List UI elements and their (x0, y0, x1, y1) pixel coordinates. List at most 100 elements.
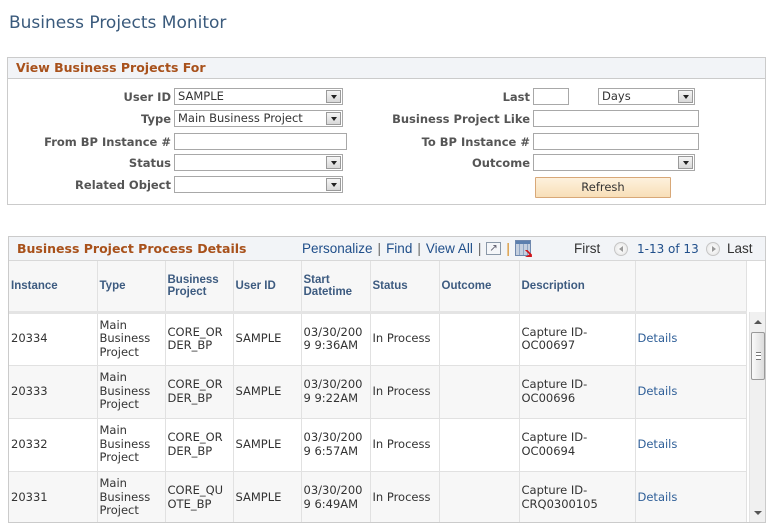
previous-row-icon[interactable] (614, 242, 628, 256)
business-project-like-label: Business Project Like (392, 112, 530, 126)
page-title: Business Projects Monitor (9, 13, 227, 33)
cell-details: Details (635, 418, 747, 472)
chevron-down-icon[interactable] (678, 90, 693, 103)
type-select[interactable]: Main Business Project (174, 110, 343, 127)
to-bp-instance-input[interactable] (533, 133, 699, 150)
find-link[interactable]: Find (386, 241, 412, 256)
search-panel: View Business Projects For User ID SAMPL… (7, 57, 766, 205)
scroll-up-icon[interactable] (754, 320, 762, 324)
cell-status: In Process (370, 365, 440, 419)
cell-start-datetime: 03/30/2009 9:36AM (301, 312, 371, 366)
process-details-grid: Business Project Process Details Persona… (8, 236, 766, 523)
cell-start-datetime: 03/30/2009 9:22AM (301, 365, 371, 419)
details-link[interactable]: Details (638, 490, 678, 504)
next-row-icon[interactable] (706, 242, 720, 256)
cell-user-id: SAMPLE (233, 418, 302, 472)
chevron-down-icon[interactable] (326, 112, 341, 125)
column-header-outcome[interactable]: Outcome (439, 261, 520, 314)
table-row: 20334 Main Business Project CORE_ORDER_B… (9, 312, 747, 366)
last-link[interactable]: Last (727, 237, 753, 261)
last-input[interactable] (533, 88, 569, 105)
column-header-type[interactable]: Type (97, 261, 166, 314)
cell-user-id: SAMPLE (233, 471, 302, 522)
cell-status: In Process (370, 312, 440, 366)
cell-outcome (439, 418, 520, 472)
cell-outcome (439, 365, 520, 419)
chevron-down-icon[interactable] (678, 156, 693, 169)
search-panel-title: View Business Projects For (16, 60, 206, 75)
user-id-label: User ID (123, 90, 171, 104)
outcome-select[interactable] (533, 154, 695, 171)
status-label: Status (128, 156, 171, 170)
cell-status: In Process (370, 471, 440, 522)
cell-description: Capture ID-OC00696 (519, 365, 636, 419)
process-table: Instance Type Business Project User ID S… (9, 261, 747, 522)
outcome-label: Outcome (472, 156, 530, 170)
table-row: 20332 Main Business Project CORE_ORDER_B… (9, 418, 747, 472)
grid-toolbar: Personalize | Find | View All | | (302, 237, 531, 261)
cell-start-datetime: 03/30/2009 6:57AM (301, 418, 371, 472)
separator: | (377, 241, 382, 256)
cell-business-project: CORE_ORDER_BP (165, 312, 234, 366)
cell-instance: 20334 (9, 312, 98, 366)
separator: | (477, 241, 482, 256)
grid-header: Business Project Process Details Persona… (9, 237, 765, 261)
last-unit-value: Days (602, 89, 631, 103)
view-all-link[interactable]: View All (426, 241, 473, 256)
vertical-scrollbar[interactable] (749, 312, 765, 522)
from-bp-instance-input[interactable] (174, 133, 347, 150)
download-excel-icon[interactable] (514, 240, 531, 256)
details-link[interactable]: Details (638, 437, 678, 451)
column-header-user-id[interactable]: User ID (233, 261, 302, 314)
details-link[interactable]: Details (638, 384, 678, 398)
scroll-down-icon[interactable] (754, 511, 762, 515)
scroll-thumb[interactable] (751, 332, 765, 380)
grid-title: Business Project Process Details (17, 241, 247, 256)
cell-type: Main Business Project (97, 365, 166, 419)
cell-outcome (439, 312, 520, 366)
table-row: 20331 Main Business Project CORE_QUOTE_B… (9, 471, 747, 522)
column-header-start-datetime[interactable]: Start Datetime (301, 261, 371, 314)
type-value: Main Business Project (178, 111, 303, 125)
chevron-down-icon[interactable] (326, 156, 341, 169)
cell-outcome (439, 471, 520, 522)
cell-description: Capture ID-CRQ0300105 (519, 471, 636, 522)
separator: | (506, 241, 510, 256)
zoom-grid-icon[interactable] (486, 237, 502, 261)
separator: | (417, 241, 421, 256)
cell-instance: 20331 (9, 471, 98, 522)
cell-start-datetime: 03/30/2009 6:49AM (301, 471, 371, 522)
first-link[interactable]: First (574, 237, 600, 261)
cell-details: Details (635, 365, 747, 419)
type-label: Type (140, 112, 171, 126)
column-header-instance[interactable]: Instance (9, 261, 98, 314)
refresh-button[interactable]: Refresh (535, 177, 671, 198)
cell-business-project: CORE_QUOTE_BP (165, 471, 234, 522)
cell-user-id: SAMPLE (233, 312, 302, 366)
search-panel-header: View Business Projects For (8, 58, 765, 79)
column-header-status[interactable]: Status (370, 261, 440, 314)
personalize-link[interactable]: Personalize (302, 241, 373, 256)
related-object-select[interactable] (174, 176, 343, 193)
details-link[interactable]: Details (638, 331, 678, 346)
last-unit-select[interactable]: Days (598, 88, 695, 105)
cell-type: Main Business Project (97, 312, 166, 366)
column-header-description[interactable]: Description (519, 261, 636, 314)
chevron-down-icon[interactable] (326, 90, 341, 103)
business-project-like-input[interactable] (533, 110, 699, 127)
chevron-down-icon[interactable] (326, 178, 341, 191)
cell-business-project: CORE_ORDER_BP (165, 418, 234, 472)
column-header-business-project[interactable]: Business Project (165, 261, 234, 314)
row-range: 1-13 of 13 (637, 242, 699, 256)
column-header-details (635, 261, 747, 314)
cell-business-project: CORE_ORDER_BP (165, 365, 234, 419)
status-select[interactable] (174, 154, 343, 171)
cell-details: Details (635, 471, 747, 522)
cell-status: In Process (370, 418, 440, 472)
cell-instance: 20332 (9, 418, 98, 472)
user-id-select[interactable]: SAMPLE (174, 88, 343, 105)
cell-type: Main Business Project (97, 471, 166, 522)
cell-user-id: SAMPLE (233, 365, 302, 419)
user-id-value: SAMPLE (178, 89, 224, 103)
last-label: Last (502, 90, 530, 104)
